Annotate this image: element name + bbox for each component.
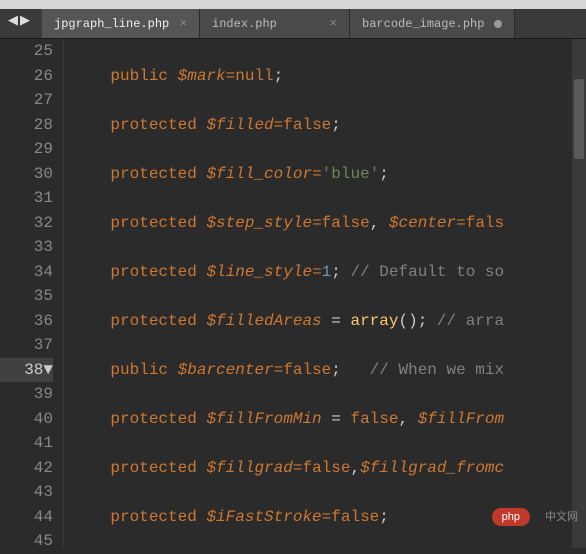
tab-bar: jpgraph_line.php × index.php × barcode_i… xyxy=(0,9,586,39)
line-number: 32 xyxy=(0,211,53,236)
line-number: 40 xyxy=(0,407,53,432)
line-number: 31 xyxy=(0,186,53,211)
tab-index[interactable]: index.php × xyxy=(200,9,350,38)
code-line: protected $filled=false; xyxy=(72,113,586,138)
line-number: 38▼ xyxy=(0,358,53,383)
line-number: 45 xyxy=(0,529,53,554)
line-gutter: 2526272829303132333435363738▼39404142434… xyxy=(0,39,64,548)
code-line: protected $line_style=1; // Default to s… xyxy=(72,260,586,285)
modified-dot-icon xyxy=(494,20,502,28)
line-number: 25 xyxy=(0,39,53,64)
line-number: 37 xyxy=(0,333,53,358)
line-number: 35 xyxy=(0,284,53,309)
badge-suffix: 中文网 xyxy=(545,508,578,524)
nav-arrows: ◀ ▶ xyxy=(8,13,30,28)
line-number: 43 xyxy=(0,480,53,505)
line-number: 27 xyxy=(0,88,53,113)
line-number: 36 xyxy=(0,309,53,334)
code-line: protected $fill_color='blue'; xyxy=(72,162,586,187)
line-number: 44 xyxy=(0,505,53,530)
php-badge: php xyxy=(492,508,530,526)
tab-jpgraph-line[interactable]: jpgraph_line.php × xyxy=(42,9,200,38)
scrollbar-thumb[interactable] xyxy=(574,79,584,159)
code-line: public $barcenter=false; // When we mix xyxy=(72,358,586,383)
code-line: protected $filledAreas = array(); // arr… xyxy=(72,309,586,334)
line-number: 29 xyxy=(0,137,53,162)
tab-barcode-image[interactable]: barcode_image.php xyxy=(350,9,515,38)
code-editor[interactable]: 2526272829303132333435363738▼39404142434… xyxy=(0,39,586,548)
line-number: 34 xyxy=(0,260,53,285)
tab-label: index.php xyxy=(212,17,277,31)
nav-forward-icon[interactable]: ▶ xyxy=(20,13,30,28)
line-number: 28 xyxy=(0,113,53,138)
code-line: protected $step_style=false, $center=fal… xyxy=(72,211,586,236)
line-number: 41 xyxy=(0,431,53,456)
tab-label: jpgraph_line.php xyxy=(54,17,169,31)
line-number: 42 xyxy=(0,456,53,481)
code-line: protected $fillgrad=false,$fillgrad_from… xyxy=(72,456,586,481)
vertical-scrollbar[interactable] xyxy=(572,39,586,548)
tab-label: barcode_image.php xyxy=(362,17,484,31)
line-number: 26 xyxy=(0,64,53,89)
line-number: 30 xyxy=(0,162,53,187)
code-area[interactable]: public $mark=null; protected $filled=fal… xyxy=(64,39,586,548)
window-chrome xyxy=(0,0,586,9)
code-line: protected $fillFromMin = false, $fillFro… xyxy=(72,407,586,432)
close-icon[interactable]: × xyxy=(329,16,337,31)
nav-back-icon[interactable]: ◀ xyxy=(8,13,18,28)
line-number: 33 xyxy=(0,235,53,260)
code-line: public $mark=null; xyxy=(72,64,586,89)
close-icon[interactable]: × xyxy=(179,16,187,31)
line-number: 39 xyxy=(0,382,53,407)
